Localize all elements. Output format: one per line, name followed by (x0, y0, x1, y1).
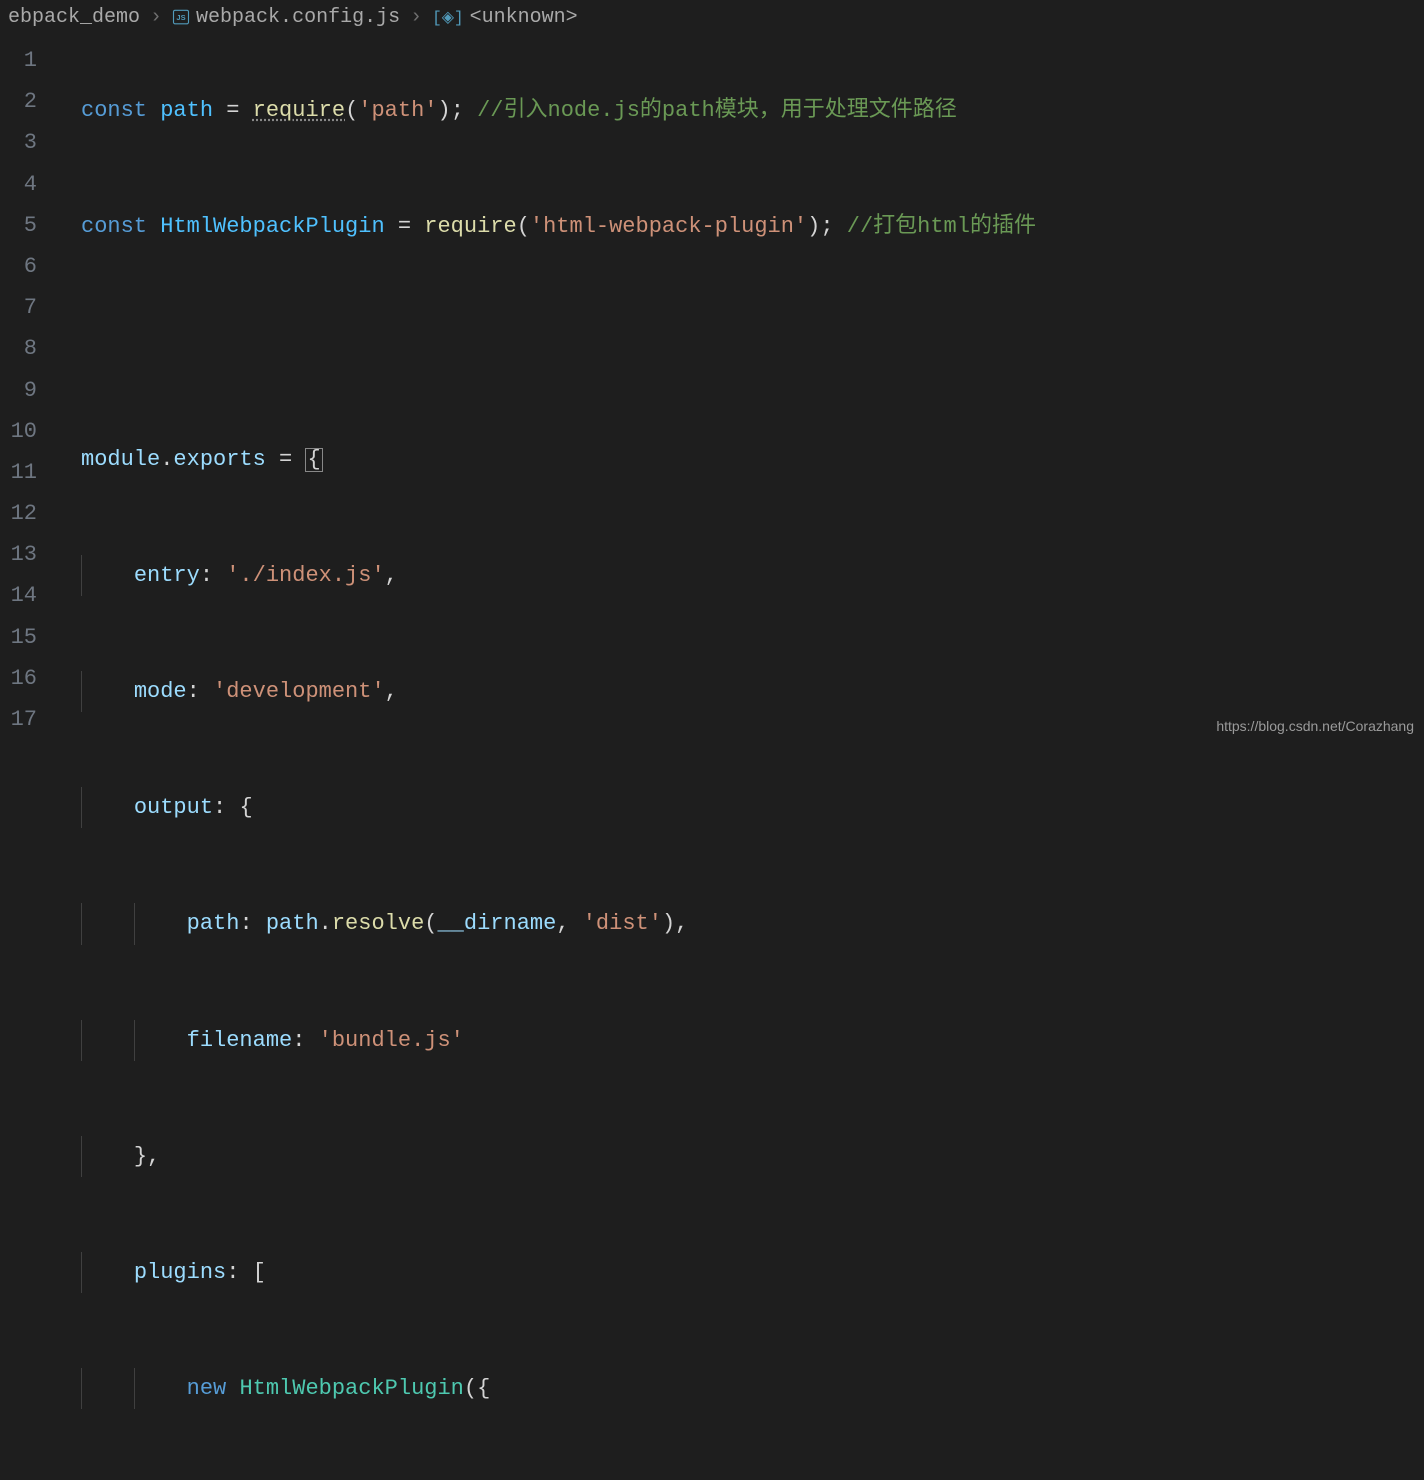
breadcrumb-file[interactable]: webpack.config.js (196, 6, 400, 29)
code-line[interactable]: output: { (55, 787, 1424, 828)
breadcrumb[interactable]: ebpack_demo › JS webpack.config.js › [◈]… (0, 0, 1424, 34)
code-line[interactable]: filename: 'bundle.js' (55, 1020, 1424, 1061)
code-line[interactable]: new HtmlWebpackPlugin({ (55, 1368, 1424, 1409)
code-line[interactable] (55, 322, 1424, 363)
line-number: 9 (0, 370, 55, 411)
editor[interactable]: 1 2 3 4 5 6 7 8 9 10 11 12 13 14 15 16 1… (0, 34, 1424, 740)
code-line[interactable]: const path = require('path'); //引入node.j… (55, 90, 1424, 131)
line-number: 14 (0, 575, 55, 616)
breadcrumb-symbol[interactable]: <unknown> (470, 6, 578, 29)
line-number: 15 (0, 617, 55, 658)
line-number-gutter: 1 2 3 4 5 6 7 8 9 10 11 12 13 14 15 16 1… (0, 34, 55, 740)
code-line[interactable]: }, (55, 1136, 1424, 1177)
line-number: 7 (0, 287, 55, 328)
code-line[interactable]: mode: 'development', (55, 671, 1424, 712)
line-number: 11 (0, 452, 55, 493)
chevron-right-icon: › (150, 6, 162, 29)
js-file-icon: JS (172, 8, 190, 26)
line-number: 16 (0, 658, 55, 699)
symbol-icon: [◈] (432, 7, 464, 27)
line-number: 10 (0, 411, 55, 452)
line-number: 1 (0, 40, 55, 81)
svg-text:JS: JS (176, 13, 185, 22)
line-number: 13 (0, 534, 55, 575)
code-line[interactable]: const HtmlWebpackPlugin = require('html-… (55, 206, 1424, 247)
line-number: 3 (0, 122, 55, 163)
code-line[interactable]: plugins: [ (55, 1252, 1424, 1293)
line-number: 5 (0, 205, 55, 246)
line-number: 12 (0, 493, 55, 534)
code-line[interactable]: module.exports = { (55, 439, 1424, 480)
code-area[interactable]: const path = require('path'); //引入node.j… (55, 34, 1424, 740)
watermark: https://blog.csdn.net/Corazhang (1216, 718, 1414, 734)
line-number: 8 (0, 328, 55, 369)
code-line[interactable]: path: path.resolve(__dirname, 'dist'), (55, 903, 1424, 944)
line-number: 2 (0, 81, 55, 122)
code-line[interactable]: entry: './index.js', (55, 555, 1424, 596)
line-number: 6 (0, 246, 55, 287)
line-number: 4 (0, 164, 55, 205)
chevron-right-icon: › (410, 6, 422, 29)
breadcrumb-folder[interactable]: ebpack_demo (8, 6, 140, 29)
line-number: 17 (0, 699, 55, 740)
